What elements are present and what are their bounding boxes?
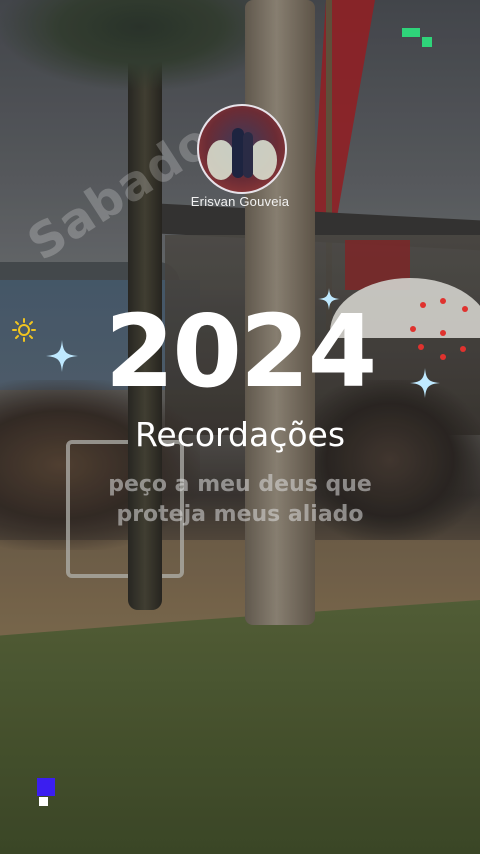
memories-subtitle: Recordações — [134, 415, 346, 454]
profile-name[interactable]: Erisvan Gouveia — [140, 194, 340, 209]
story-view[interactable]: Sabadoo Erisvan Gouveia 2024 Recordações… — [0, 0, 480, 854]
avatar-flowers-left — [207, 140, 235, 180]
year-title: 2024 — [104, 293, 377, 410]
profile-avatar[interactable] — [197, 104, 287, 194]
pixel-logo-icon — [402, 28, 420, 37]
avatar-person-2 — [243, 132, 253, 178]
pixel-logo-icon — [39, 797, 48, 806]
pixel-logo-icon — [37, 778, 55, 796]
pixel-logo-icon — [422, 37, 432, 47]
avatar-flowers-right — [249, 140, 277, 180]
caption-text: peço a meu deus que proteja meus aliado — [108, 472, 372, 527]
